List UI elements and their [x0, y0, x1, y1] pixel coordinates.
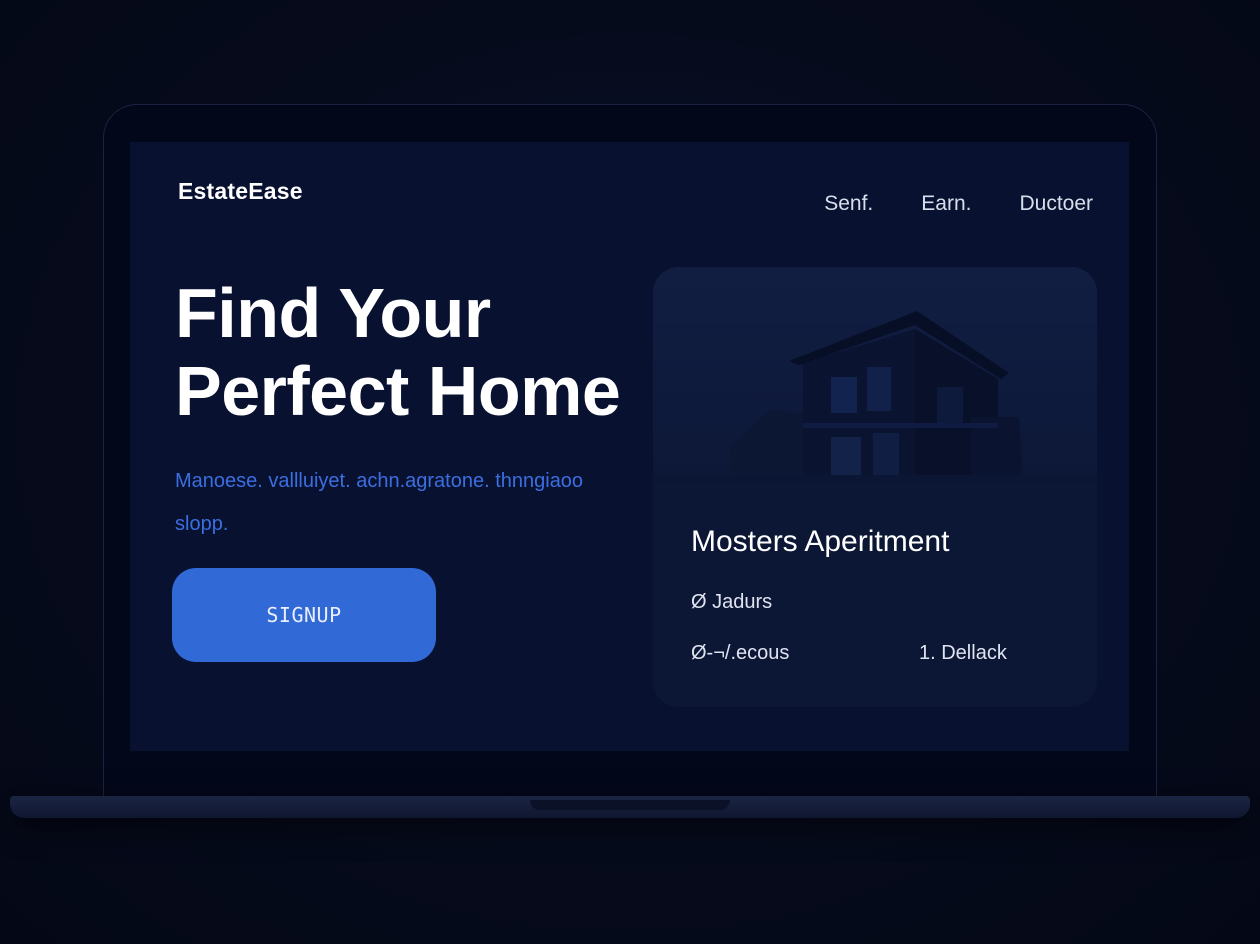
house-image [653, 267, 1097, 483]
laptop-notch [530, 800, 730, 810]
hero-title-line-2: Perfect Home [175, 352, 621, 430]
hero-title: Find Your Perfect Home [175, 274, 675, 430]
nav-link-1[interactable]: Senf. [824, 192, 873, 216]
listing-title: Mosters Aperitment [691, 525, 950, 558]
listing-detail-1: Ø Jadurs [691, 591, 773, 613]
stage: EstateEase Senf. Earn. Ductoer Find Your… [0, 0, 1260, 944]
listing-card[interactable]: Mosters Aperitment Ø Jadurs Ø-¬/.ecous 1… [653, 267, 1097, 707]
top-nav: Senf. Earn. Ductoer [824, 192, 1093, 216]
listing-detail-2: Ø-¬/.ecous [691, 642, 790, 664]
nav-link-2[interactable]: Earn. [921, 192, 971, 216]
nav-link-3[interactable]: Ductoer [1019, 192, 1093, 216]
listing-detail-3: 1. Dellack [919, 642, 1007, 664]
laptop-screen: EstateEase Senf. Earn. Ductoer Find Your… [130, 142, 1129, 751]
hero-subtitle: Manoese. vallluiyet. achn.agratone. thnn… [175, 470, 584, 535]
hero-title-line-1: Find Your [175, 274, 491, 352]
brand-logo[interactable]: EstateEase [178, 178, 303, 205]
house-illustration [653, 267, 1097, 483]
signup-button[interactable]: SIGNUP [172, 568, 436, 662]
